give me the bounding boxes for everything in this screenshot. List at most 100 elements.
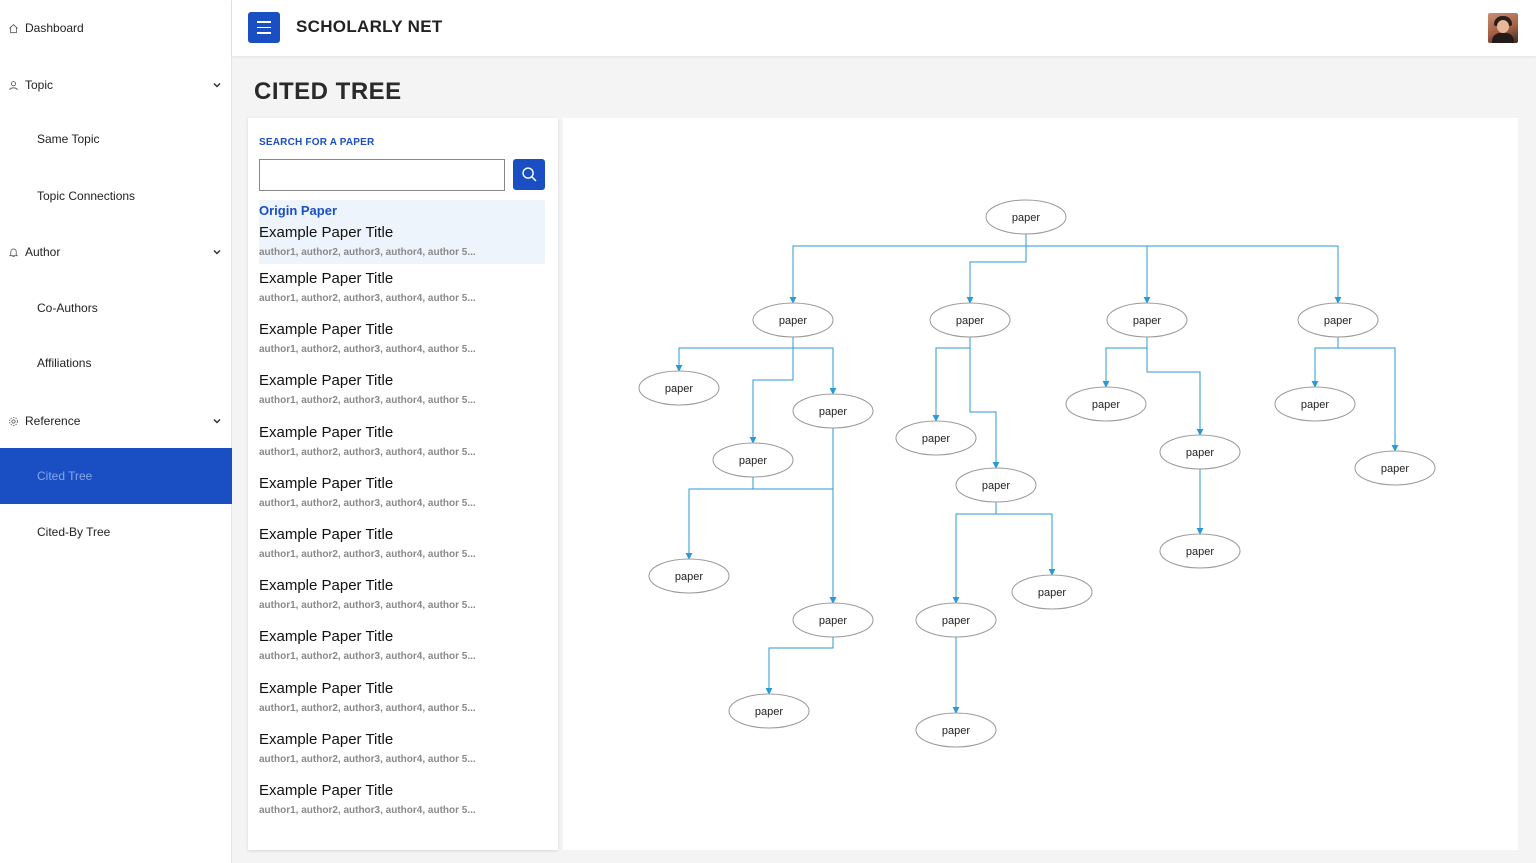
tree-edge-b-b2 — [969, 337, 1000, 469]
tree-node-b4[interactable]: paper — [915, 602, 997, 638]
tree-edge-root-c — [1025, 234, 1151, 304]
nav-cited-by-tree[interactable]: Cited-By Tree — [0, 525, 232, 539]
nav-same-topic[interactable]: Same Topic — [0, 132, 232, 146]
paper-authors: author1, author2, author3, author4, auth… — [259, 548, 476, 560]
tree-node-label: paper — [675, 571, 703, 583]
page-title: CITED TREE — [254, 78, 402, 105]
tree-node-a[interactable]: paper — [752, 302, 834, 338]
paper-title: Example Paper Title — [259, 224, 394, 241]
paper-title: Example Paper Title — [259, 730, 394, 748]
nav-co-authors[interactable]: Co-Authors — [0, 301, 232, 315]
tree-edge-a5-a6 — [765, 637, 834, 695]
list-item[interactable]: Example Paper Title author1, author2, au… — [259, 622, 545, 673]
nav-topic[interactable]: Topic — [0, 75, 232, 95]
tree-node-label: paper — [1038, 587, 1066, 599]
list-item[interactable]: Example Paper Title author1, author2, au… — [259, 366, 545, 417]
avatar[interactable] — [1488, 13, 1518, 43]
paper-authors: author1, author2, author3, author4, auth… — [259, 702, 476, 714]
origin-paper-label: Origin Paper — [259, 203, 338, 218]
search-panel: SEARCH FOR A PAPER Origin Paper Example … — [248, 118, 558, 850]
tree-node-label: paper — [1186, 546, 1214, 558]
tree-node-label: paper — [739, 455, 767, 467]
tree-node-label: paper — [942, 615, 970, 627]
tree-edge-root-a — [789, 234, 1027, 304]
nav-reference-label: Reference — [25, 414, 81, 428]
tree-node-c2[interactable]: paper — [1159, 434, 1241, 470]
menu-button[interactable] — [248, 12, 280, 43]
list-item[interactable]: Example Paper Title author1, author2, au… — [259, 315, 545, 366]
tree-node-label: paper — [1133, 315, 1161, 327]
tree-edge-a3-a5 — [752, 477, 837, 604]
tree-node-label: paper — [1381, 463, 1409, 475]
paper-title: Example Paper Title — [259, 525, 394, 543]
list-item[interactable]: Example Paper Title author1, author2, au… — [259, 520, 545, 571]
tree-node-a4[interactable]: paper — [648, 558, 730, 594]
search-button[interactable] — [513, 159, 545, 190]
tree-node-b[interactable]: paper — [929, 302, 1011, 338]
tree-node-a1[interactable]: paper — [638, 370, 720, 406]
nav-cited-tree[interactable]: Cited Tree — [0, 448, 232, 504]
tree-node-d[interactable]: paper — [1297, 302, 1379, 338]
tree-node-a6[interactable]: paper — [728, 693, 810, 729]
nav-affiliations[interactable]: Affiliations — [0, 356, 232, 370]
paper-authors: author1, author2, author3, author4, auth… — [259, 293, 476, 304]
list-item[interactable]: Example Paper Title author1, author2, au… — [259, 725, 545, 776]
list-item[interactable]: Example Paper Title author1, author2, au… — [259, 418, 545, 469]
nav-topic-connections[interactable]: Topic Connections — [0, 189, 232, 203]
user-icon — [8, 80, 19, 91]
tree-node-label: paper — [922, 433, 950, 445]
list-item[interactable]: Example Paper Title author1, author2, au… — [259, 674, 545, 725]
tree-node-d1[interactable]: paper — [1274, 386, 1356, 422]
top-bar: SCHOLARLY NET — [232, 0, 1536, 56]
paper-list: Origin Paper Example Paper Title author1… — [259, 200, 545, 827]
paper-authors: author1, author2, author3, author4, auth… — [259, 247, 476, 258]
nav-author[interactable]: Author — [0, 242, 232, 262]
paper-title: Example Paper Title — [259, 474, 394, 492]
tree-node-b1[interactable]: paper — [895, 420, 977, 456]
nav-dashboard-label: Dashboard — [25, 21, 84, 35]
tree-edge-b2-b3 — [995, 502, 1056, 576]
tree-node-b3[interactable]: paper — [1011, 574, 1093, 610]
tree-node-c1[interactable]: paper — [1065, 386, 1147, 422]
tree-node-c3[interactable]: paper — [1159, 533, 1241, 569]
tree-node-label: paper — [1186, 447, 1214, 459]
paper-title: Example Paper Title — [259, 372, 394, 390]
paper-authors: author1, author2, author3, author4, auth… — [259, 497, 476, 509]
chevron-down-icon — [213, 249, 221, 255]
home-icon — [8, 23, 19, 34]
tree-node-root[interactable]: paper — [985, 199, 1067, 235]
tree-edge-a3-a4 — [685, 477, 754, 560]
tree-node-a3[interactable]: paper — [712, 442, 794, 478]
tree-node-label: paper — [819, 615, 847, 627]
nav-author-label: Author — [25, 245, 61, 259]
list-item[interactable]: Example Paper Title author1, author2, au… — [259, 571, 545, 622]
list-item[interactable]: Example Paper Title author1, author2, au… — [259, 264, 545, 315]
nav-dashboard[interactable]: Dashboard — [0, 18, 232, 38]
tree-node-c[interactable]: paper — [1106, 302, 1188, 338]
paper-title: Example Paper Title — [259, 577, 394, 595]
tree-node-label: paper — [819, 406, 847, 418]
tree-node-label: paper — [942, 725, 970, 737]
paper-title: Example Paper Title — [259, 321, 394, 339]
list-item[interactable]: Example Paper Title author1, author2, au… — [259, 776, 545, 827]
tree-node-label: paper — [755, 706, 783, 718]
bell-icon — [8, 247, 19, 258]
nav-reference[interactable]: Reference — [0, 411, 232, 431]
paper-authors: author1, author2, author3, author4, auth… — [259, 753, 476, 765]
paper-title: Example Paper Title — [259, 628, 394, 646]
tree-edge-a-a3 — [749, 337, 794, 444]
tree-node-label: paper — [956, 315, 984, 327]
tree-edge-a-a2 — [792, 337, 837, 395]
tree-node-label: paper — [1301, 399, 1329, 411]
tree-node-a5[interactable]: paper — [792, 602, 874, 638]
tree-node-a2[interactable]: paper — [792, 393, 874, 429]
tree-node-d2[interactable]: paper — [1354, 450, 1436, 486]
tree-node-b5[interactable]: paper — [915, 712, 997, 748]
tree-node-b2[interactable]: paper — [955, 467, 1037, 503]
origin-paper-item[interactable]: Origin Paper Example Paper Title author1… — [259, 200, 545, 264]
list-item[interactable]: Example Paper Title author1, author2, au… — [259, 469, 545, 520]
tree-edge-a-a1 — [675, 337, 794, 372]
tree-edge-c-c2 — [1146, 337, 1204, 436]
sidebar: Dashboard Topic Same Topic Topic Connect… — [0, 0, 232, 863]
search-input[interactable] — [259, 159, 505, 191]
